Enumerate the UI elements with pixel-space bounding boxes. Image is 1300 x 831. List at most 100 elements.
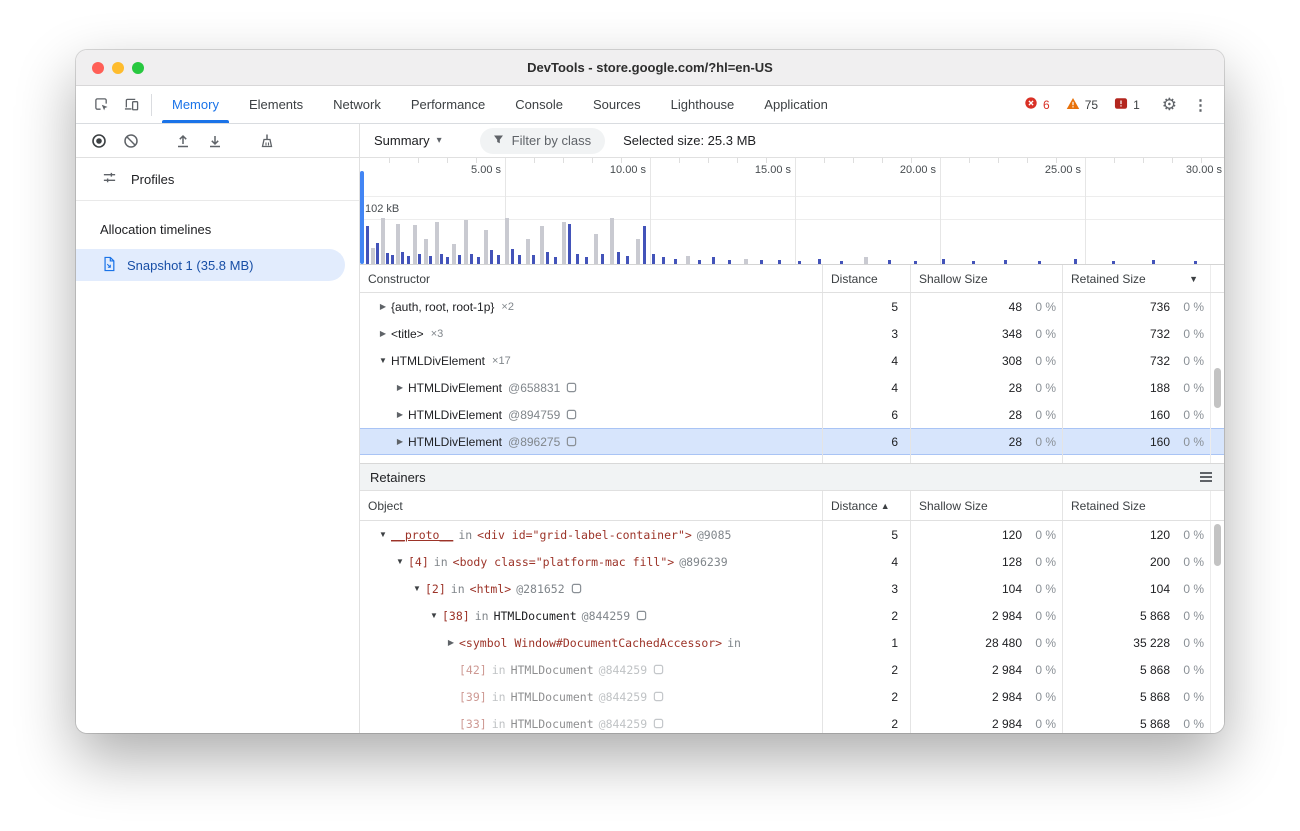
tab-memory[interactable]: Memory: [157, 86, 234, 123]
tab-network[interactable]: Network: [318, 86, 396, 123]
reveal-icon[interactable]: [653, 718, 664, 729]
retainers-shallow-column-header[interactable]: Shallow Size: [910, 491, 1062, 520]
size-cell: 35 2280 %: [1062, 629, 1210, 656]
minimize-window-button[interactable]: [112, 62, 124, 74]
constructor-row[interactable]: ▶HTMLDivElement@8947596280 %1600 %: [360, 401, 1224, 428]
more-options-icon[interactable]: ⋮: [1193, 96, 1208, 114]
reveal-icon[interactable]: [636, 610, 647, 621]
expand-icon[interactable]: ▶: [375, 329, 391, 338]
selection-left-handle[interactable]: [360, 171, 364, 264]
ruler-minor-tick: [708, 158, 709, 163]
issues-icon: [1114, 97, 1128, 113]
warning-count-badge[interactable]: 75: [1066, 97, 1098, 113]
window-titlebar: DevTools - store.google.com/?hl=en-US: [76, 50, 1224, 86]
reveal-icon[interactable]: [566, 382, 577, 393]
retainers-distance-column-header[interactable]: Distance ▲: [822, 491, 910, 520]
allocation-bar: [407, 256, 410, 264]
save-profile-icon[interactable]: [202, 128, 228, 154]
constructor-column-label: Constructor: [368, 272, 430, 286]
perspective-select[interactable]: Summary ▾: [374, 133, 442, 148]
collapse-icon[interactable]: ▼: [426, 611, 442, 620]
retainer-row[interactable]: ▼[4]in<body class="platform-mac fill">@8…: [360, 548, 1224, 575]
retained-size-column-header[interactable]: Retained Size ▼: [1062, 265, 1210, 292]
retainer-row[interactable]: [33]inHTMLDocument@84425922 9840 %5 8680…: [360, 710, 1224, 733]
allocation-bar: [497, 255, 500, 264]
retainer-row[interactable]: [39]inHTMLDocument@84425922 9840 %5 8680…: [360, 683, 1224, 710]
constructor-scrollbar-thumb[interactable]: [1214, 368, 1221, 408]
reveal-icon[interactable]: [653, 664, 664, 675]
retainer-row[interactable]: ▼[2]in<html>@28165231040 %1040 %: [360, 575, 1224, 602]
size-cell: 1600 %: [1062, 401, 1210, 428]
constructor-row[interactable]: ▶HTMLDivElement@8962756280 %1600 %: [360, 428, 1224, 455]
scrollbar-gutter: [1210, 602, 1224, 629]
chevron-down-icon: ▾: [437, 135, 442, 146]
reveal-icon[interactable]: [653, 691, 664, 702]
reveal-icon[interactable]: [566, 409, 577, 420]
retainer-property: [2]: [425, 582, 446, 596]
inspect-element-icon[interactable]: [86, 91, 116, 119]
object-id: @896239: [679, 555, 727, 569]
object-id: @844259: [599, 690, 647, 704]
tune-icon: [102, 170, 117, 188]
expand-icon[interactable]: ▶: [375, 302, 391, 311]
collect-garbage-icon[interactable]: [254, 128, 280, 154]
collapse-icon[interactable]: ▼: [409, 584, 425, 593]
error-count-badge[interactable]: 6: [1024, 96, 1050, 113]
tab-console[interactable]: Console: [500, 86, 578, 123]
distance-cell: 4: [822, 374, 910, 401]
issues-count-badge[interactable]: 1: [1114, 97, 1140, 113]
record-heap-icon[interactable]: [86, 128, 112, 154]
reveal-icon[interactable]: [566, 436, 577, 447]
collapse-icon[interactable]: ▼: [375, 530, 391, 539]
object-column-header[interactable]: Object: [360, 491, 822, 520]
retainer-row[interactable]: ▼__proto__in<div id="grid-label-containe…: [360, 521, 1224, 548]
retainers-retained-column-header[interactable]: Retained Size: [1062, 491, 1210, 520]
tab-performance[interactable]: Performance: [396, 86, 500, 123]
allocation-bar: [371, 248, 375, 264]
retainer-row[interactable]: ▼[38]inHTMLDocument@84425922 9840 %5 868…: [360, 602, 1224, 629]
retainers-scrollbar-thumb[interactable]: [1214, 524, 1221, 566]
zoom-window-button[interactable]: [132, 62, 144, 74]
shallow-size-column-header[interactable]: Shallow Size: [910, 265, 1062, 292]
scrollbar-gutter: [1210, 683, 1224, 710]
timeline-overview[interactable]: 102 kB 5.00 s10.00 s15.00 s20.00 s25.00 …: [360, 158, 1224, 265]
constructor-row[interactable]: ▶<title>×333480 %7320 %: [360, 320, 1224, 347]
retainer-in-label: in: [492, 663, 506, 677]
retainers-shallow-column-label: Shallow Size: [919, 499, 988, 513]
expand-icon[interactable]: ▶: [392, 437, 408, 446]
collapse-icon[interactable]: ▼: [375, 356, 391, 365]
size-cell: 2 9840 %: [910, 683, 1062, 710]
distance-column-header[interactable]: Distance: [822, 265, 910, 292]
retainers-menu-icon[interactable]: [1200, 472, 1214, 482]
expand-icon[interactable]: ▶: [443, 638, 459, 647]
close-window-button[interactable]: [92, 62, 104, 74]
tab-elements[interactable]: Elements: [234, 86, 318, 123]
constructor-row[interactable]: ▼HTMLDivElement×1743080 %7320 %: [360, 347, 1224, 374]
constructor-name: HTMLDivElement: [408, 435, 502, 449]
constructor-row[interactable]: ▶HTMLDivElement: [360, 455, 1224, 463]
retainer-row[interactable]: [42]inHTMLDocument@84425922 9840 %5 8680…: [360, 656, 1224, 683]
expand-icon[interactable]: ▶: [392, 383, 408, 392]
tab-sources[interactable]: Sources: [578, 86, 656, 123]
constructor-column-header[interactable]: Constructor: [360, 265, 822, 292]
tab-lighthouse[interactable]: Lighthouse: [656, 86, 750, 123]
device-toolbar-icon[interactable]: [116, 91, 146, 119]
expand-icon[interactable]: ▶: [392, 410, 408, 419]
retainer-row[interactable]: ▶<symbol Window#DocumentCachedAccessor>i…: [360, 629, 1224, 656]
size-cell: 1040 %: [1062, 575, 1210, 602]
reveal-icon[interactable]: [571, 583, 582, 594]
constructor-row[interactable]: ▶{auth, root, root-1p}×25480 %7360 %: [360, 293, 1224, 320]
constructor-row[interactable]: ▶HTMLDivElement@6588314280 %1880 %: [360, 374, 1224, 401]
allocation-bar: [396, 224, 400, 264]
load-profile-icon[interactable]: [170, 128, 196, 154]
profiles-header[interactable]: Profiles: [76, 158, 359, 200]
collapse-icon[interactable]: ▼: [392, 557, 408, 566]
size-cell: 7320 %: [1062, 347, 1210, 374]
class-filter-input[interactable]: Filter by class: [480, 128, 605, 154]
sidebar-item-snapshot-1[interactable]: Snapshot 1 (35.8 MB): [76, 249, 345, 281]
settings-gear-icon[interactable]: ⚙: [1162, 95, 1177, 115]
tab-application[interactable]: Application: [749, 86, 843, 123]
clear-profiles-icon[interactable]: [118, 128, 144, 154]
allocation-bar: [568, 224, 571, 264]
sort-ascending-icon: ▲: [881, 501, 890, 511]
